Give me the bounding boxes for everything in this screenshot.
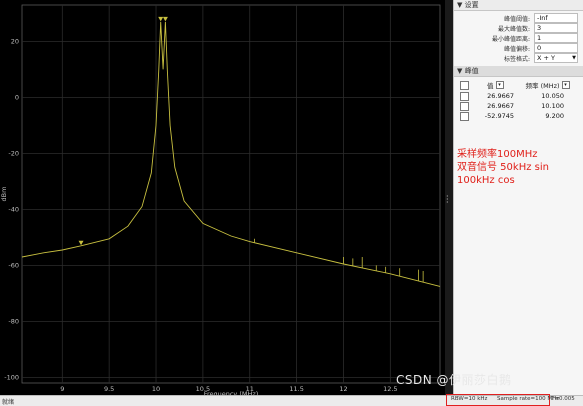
setting-row-offset: 峰值偏移: 0 [456,43,583,53]
peak-checkbox[interactable] [460,101,469,111]
peak-row[interactable]: 26.9667 10.100 [454,101,583,111]
x-tick-label: 12 [339,385,347,393]
spectrum-analyzer-window: 9 9.5 10 10.5 11 11.5 12 12.5 20 0 -20 -40 -60 -80 -10… [0,0,583,406]
sort-icon[interactable]: ▾ [561,81,570,89]
peak-value: 26.9667 [487,92,514,100]
collapse-arrow-icon[interactable]: ▼ [457,1,462,9]
peak-finder-panel: ▼ 设置 峰值阈值: -Inf 最大峰值数: 3 最小峰值距离: 1 峰值偏移:… [453,0,583,395]
sample-rate-readout: Sample rate=100 MHz [497,396,560,402]
x-tick-label: 9 [60,385,64,393]
settings-header-label: 设置 [464,1,479,9]
x-tick-label: 9.5 [104,385,114,393]
peaks-header-label: 峰值 [464,67,479,75]
peaks-section-header[interactable]: ▼ 峰值 [454,66,583,77]
peak-frequency: 9.200 [545,112,564,120]
peak-offset-input[interactable]: 0 [534,43,578,53]
annotation-note: 采样频率100MHz 双音信号 50kHz sin 100kHz cos [457,148,579,187]
setting-label: 峰值阈值: [503,15,530,23]
y-tick-label: -80 [8,317,19,325]
spectrum-chart[interactable]: 9 9.5 10 10.5 11 11.5 12 12.5200-20-40-60-80-10… [0,0,452,395]
label-format-select[interactable]: X + Y ▼ [534,53,578,63]
label-format-value: X + Y [537,54,556,62]
value-column-header[interactable]: 值 [487,80,494,90]
threshold-input[interactable]: -Inf [534,13,578,23]
watermark: CSDN @伊丽莎白鹅 [396,373,512,387]
setting-row-min-distance: 最小峰值距离: 1 [456,33,583,43]
setting-label: 最大峰值数: [497,25,530,33]
peak-checkbox[interactable] [460,111,469,121]
select-all-checkbox[interactable] [460,80,469,90]
y-tick-label: -40 [8,205,19,213]
y-axis-label: dBm [0,187,8,202]
rbw-readout: RBW=10 kHz [451,396,488,402]
time-readout: T=0.005 [551,396,575,402]
setting-row-threshold: 峰值阈值: -Inf [456,13,583,23]
peak-frequency: 10.050 [541,92,564,100]
y-tick-label: 0 [15,93,19,101]
peak-row[interactable]: -52.9745 9.200 [454,111,583,121]
y-tick-label: -60 [8,261,19,269]
splitter-handle-icon[interactable]: · · · [446,193,449,207]
annotation-line: 双音信号 50kHz sin [457,162,549,173]
sort-icon[interactable]: ▾ [495,81,504,89]
peak-row[interactable]: 26.9667 10.050 [454,91,583,101]
peak-value: -52.9745 [484,112,514,120]
peak-checkbox[interactable] [460,91,469,101]
setting-label: 标签格式: [503,55,530,63]
annotation-line: 100kHz cos [457,175,515,186]
setting-label: 峰值偏移: [503,45,530,53]
settings-grid: 峰值阈值: -Inf 最大峰值数: 3 最小峰值距离: 1 峰值偏移: 0 标签… [454,11,583,63]
setting-row-label-format: 标签格式: X + Y ▼ [456,53,583,63]
x-tick-label: 11.5 [289,385,303,393]
peaks-table-header: 值 ▾ 频率 (MHz) ▾ [454,77,583,91]
x-tick-label: 10 [152,385,160,393]
chevron-down-icon: ▼ [572,55,576,61]
y-tick-label: -100 [4,373,19,381]
y-tick-label: 20 [11,37,19,45]
max-peaks-input[interactable]: 3 [534,23,578,33]
settings-section-header[interactable]: ▼ 设置 [454,0,583,11]
setting-label: 最小峰值距离: [491,35,530,43]
collapse-arrow-icon[interactable]: ▼ [457,67,462,75]
setting-row-max-peaks: 最大峰值数: 3 [456,23,583,33]
annotation-line: 采样频率100MHz [457,149,538,160]
peak-frequency: 10.100 [541,102,564,110]
frequency-column-header[interactable]: 频率 (MHz) [526,80,560,90]
peak-value: 26.9667 [487,102,514,110]
y-tick-label: -20 [8,149,19,157]
min-distance-input[interactable]: 1 [534,33,578,43]
plot-area [21,4,441,384]
